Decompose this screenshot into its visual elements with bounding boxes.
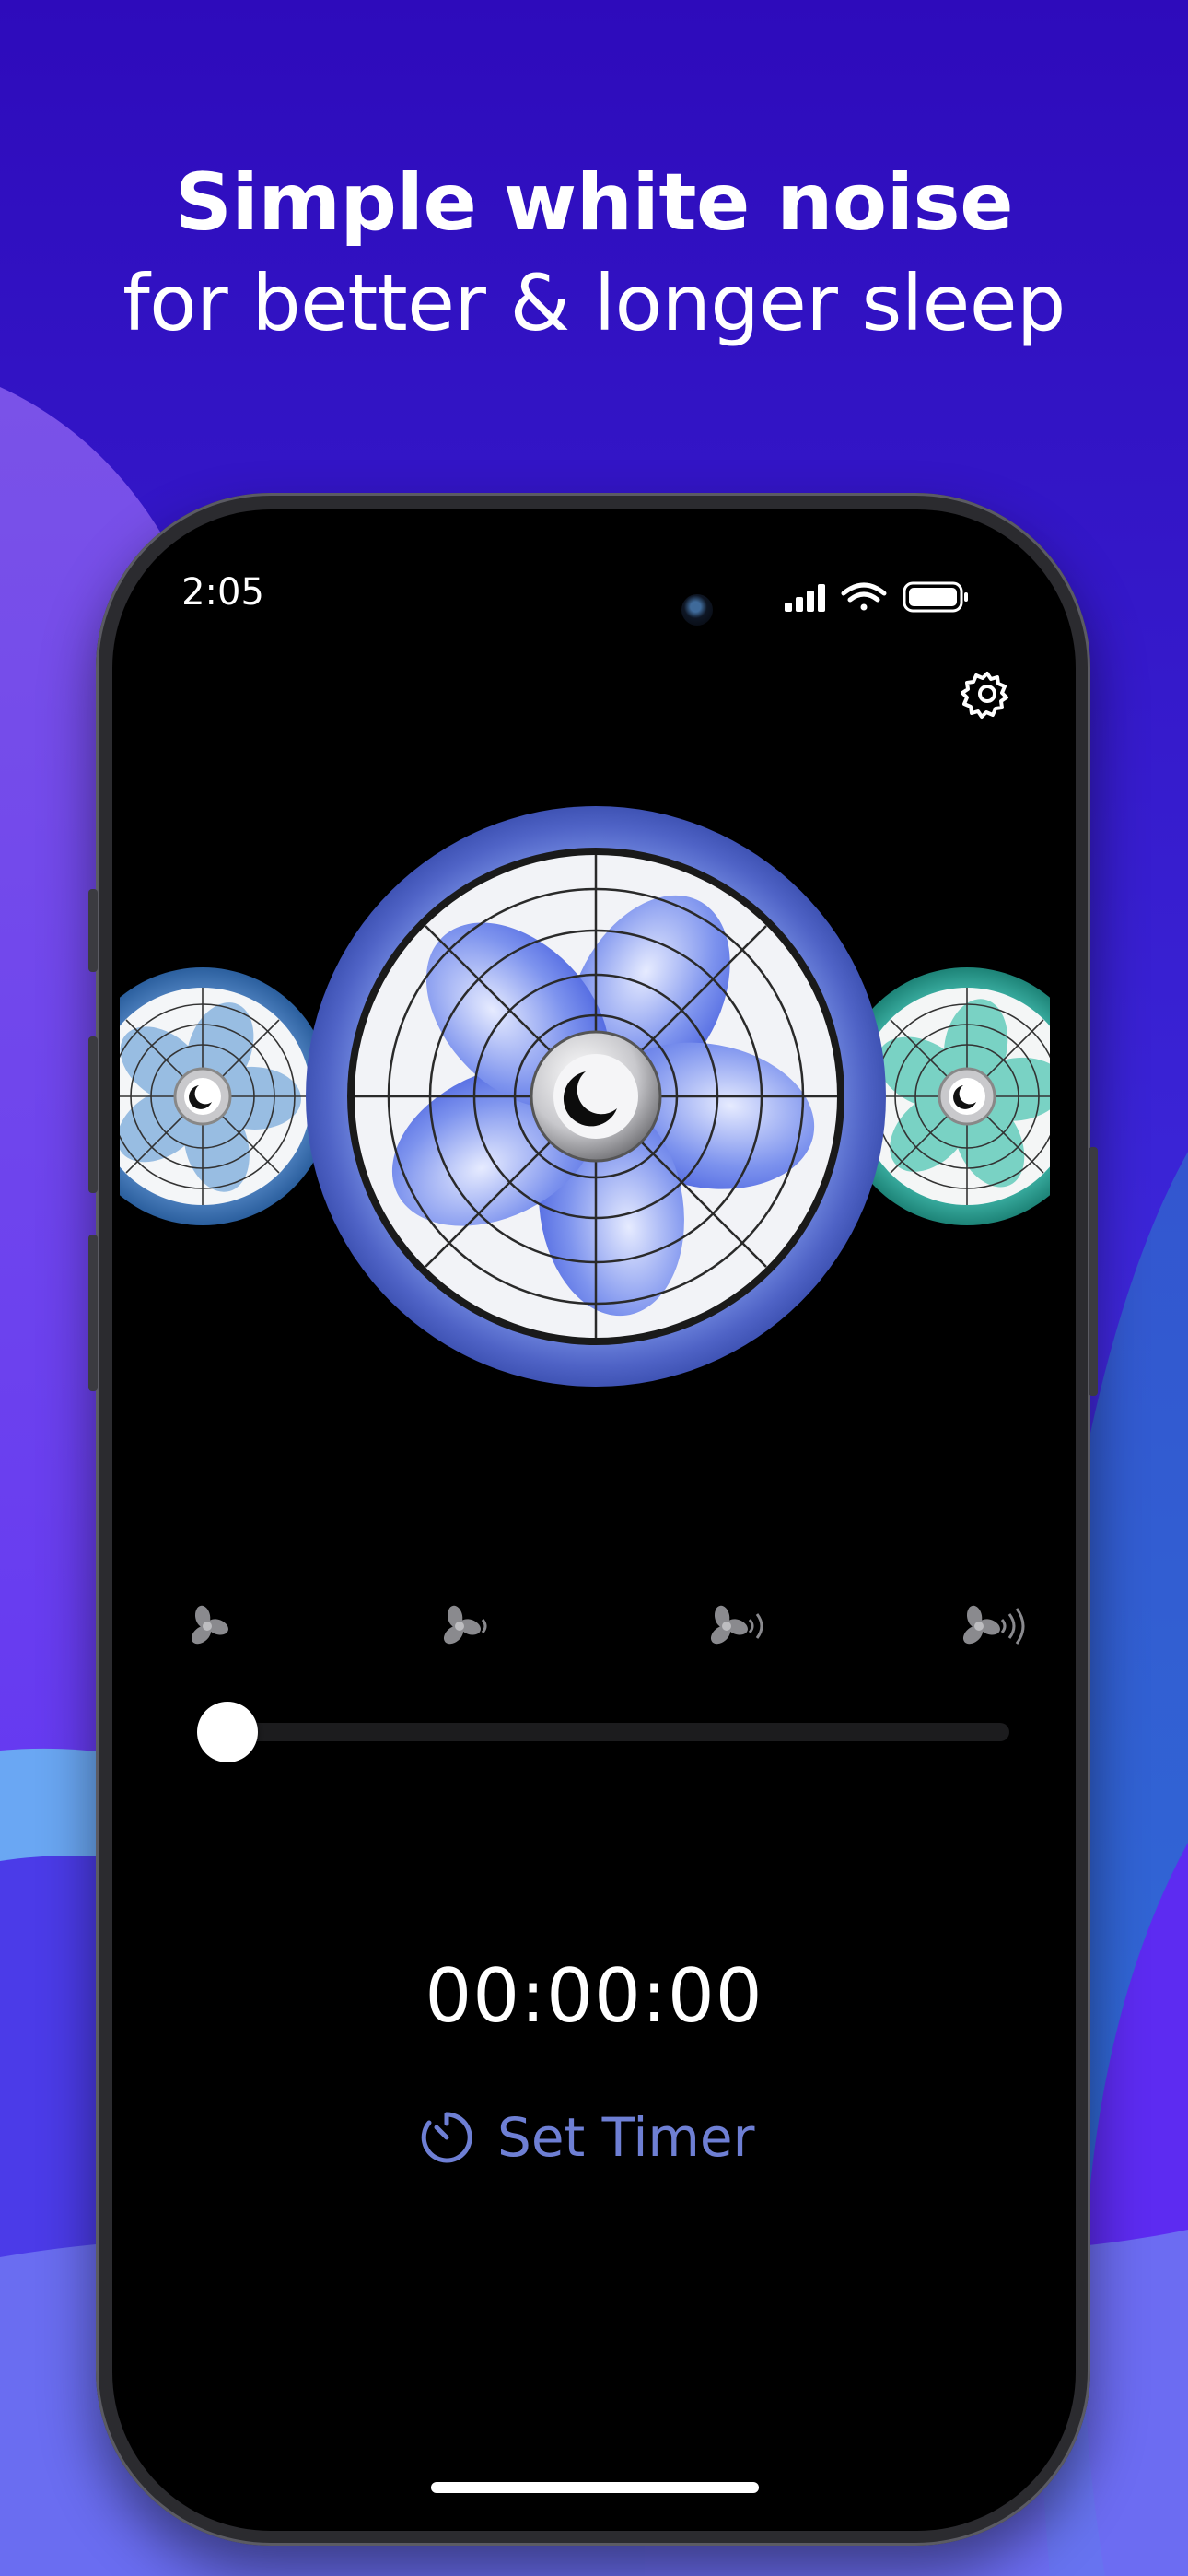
set-timer-label: Set Timer <box>497 2106 755 2169</box>
fan-speed-0-icon[interactable] <box>184 1603 239 1649</box>
headline-subtitle: for better & longer sleep <box>122 258 1066 348</box>
fan-icon <box>306 806 886 1387</box>
status-time: 2:05 <box>181 571 264 614</box>
headline-title: Simple white noise <box>174 157 1014 249</box>
gear-icon[interactable] <box>961 668 1013 720</box>
timer-icon <box>421 2112 472 2163</box>
phone-volume-up <box>88 1036 98 1193</box>
phone-power-button <box>1089 1147 1098 1396</box>
phone-volume-down <box>88 1235 98 1391</box>
set-timer-button[interactable]: Set Timer <box>416 2105 754 2170</box>
status-icons <box>785 581 968 613</box>
speed-slider-track[interactable] <box>212 1723 1009 1741</box>
phone-side-button <box>88 889 98 972</box>
home-indicator[interactable] <box>431 2482 759 2493</box>
signal-icon <box>785 584 825 612</box>
wifi-icon <box>841 582 887 611</box>
camera-icon <box>681 594 713 626</box>
speed-slider-thumb[interactable] <box>197 1702 258 1762</box>
timer-display: 00:00:00 <box>425 1953 763 2039</box>
fan-speed-2-icon[interactable] <box>704 1603 786 1649</box>
fan-speed-3-icon[interactable] <box>956 1603 1048 1649</box>
fan-option-selected[interactable] <box>304 804 888 1388</box>
fan-speed-1-icon[interactable] <box>437 1603 510 1649</box>
battery-icon <box>903 581 968 613</box>
